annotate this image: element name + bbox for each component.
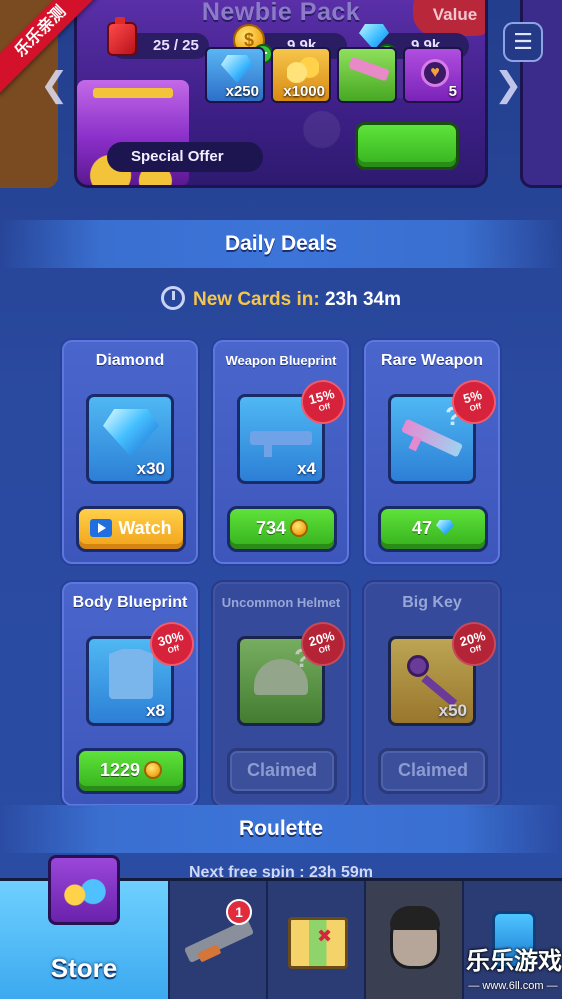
buy-coins-button[interactable]: 734 [227, 506, 337, 552]
gem-icon [221, 55, 253, 83]
claimed-button[interactable]: Claimed [378, 748, 488, 794]
deal-card-uncommon-helmet[interactable]: Uncommon Helmet ? 20% Off Claimed [211, 580, 351, 808]
coin-icon [144, 761, 163, 779]
reward-coins: x1000 [271, 47, 331, 103]
new-cards-timer: New Cards in: 23h 34m [0, 286, 562, 314]
stopwatch-icon [160, 286, 185, 310]
vest-blueprint-icon [109, 649, 153, 699]
nav-tab-weapons[interactable]: 1 [168, 881, 266, 999]
card-title: Uncommon Helmet [221, 595, 341, 610]
price-label: 734 [255, 518, 287, 538]
card-title: Big Key [402, 594, 462, 611]
value-badge: Value [413, 0, 485, 36]
card-title: Weapon Blueprint [225, 353, 337, 368]
item-qty: x4 [297, 459, 316, 478]
nav-tab-label: Store [50, 953, 118, 983]
rifle-icon [183, 918, 255, 964]
button-label: Watch [118, 518, 172, 538]
store-chest-icon [48, 855, 120, 925]
video-play-icon [90, 519, 113, 537]
map-icon [288, 917, 348, 969]
gem-icon [436, 520, 455, 535]
gun-blueprint-icon [348, 56, 390, 82]
newbie-pack-banner: Newbie Pack Value 25 / 25 9,9k $ + 9,9k … [74, 0, 488, 188]
daily-deals-header: Daily Deals [0, 220, 562, 268]
roulette-header: Roulette [0, 805, 562, 853]
card-title: Rare Weapon [381, 352, 483, 369]
card-title: Body Blueprint [72, 594, 188, 611]
item-qty: x8 [146, 701, 165, 720]
buy-pack-button[interactable] [355, 122, 459, 170]
nav-tab-map[interactable] [266, 881, 364, 999]
reward-heart-token: ♥ 5 [403, 47, 463, 103]
buy-coins-button[interactable]: 1229 [76, 748, 186, 794]
rifle-blueprint-icon [250, 431, 312, 457]
item-qty: x50 [438, 701, 467, 720]
deal-card-weapon-blueprint[interactable]: Weapon Blueprint x4 15% Off 734 [211, 338, 351, 566]
buy-gems-button[interactable]: 47 [378, 506, 488, 552]
chevron-right-icon[interactable]: ❯ [494, 68, 523, 102]
reward-gun-blueprint [337, 47, 397, 103]
nav-tab-store[interactable]: Store [0, 855, 168, 999]
notification-badge: 1 [226, 899, 252, 925]
coin-icon [290, 519, 309, 537]
watermark-brand: 乐乐游戏 [466, 948, 562, 975]
diamond-icon [103, 409, 159, 457]
fuel-can-icon [107, 17, 137, 56]
deal-card-body-blueprint[interactable]: Body Blueprint x8 30% Off 1229 [60, 580, 200, 808]
price-label: 1229 [99, 760, 141, 780]
item-box: x30 [86, 394, 174, 484]
watch-ad-button[interactable]: Watch [76, 506, 186, 552]
reward-qty: x250 [225, 83, 259, 100]
heart-token-icon: ♥ [421, 59, 449, 87]
card-title: Diamond [95, 352, 165, 369]
price-label: 47 [411, 518, 433, 538]
timer-value: 23h 34m [324, 289, 402, 310]
hero-portrait-icon [390, 906, 440, 969]
reward-qty: x1000 [283, 83, 325, 100]
deal-card-big-key[interactable]: Big Key x50 20% Off Claimed [362, 580, 502, 808]
item-qty: x30 [136, 459, 165, 478]
special-offer-label: Special Offer [107, 142, 263, 172]
reward-gems: x250 [205, 47, 265, 103]
claimed-button[interactable]: Claimed [227, 748, 337, 794]
chevron-left-icon[interactable]: ❮ [40, 68, 69, 102]
coins-icon [287, 57, 319, 83]
menu-icon[interactable]: ☰ [503, 22, 543, 62]
reward-qty: 5 [448, 83, 457, 100]
timer-label: New Cards in: [192, 289, 320, 310]
nav-tab-hero[interactable] [364, 881, 462, 999]
deal-card-diamond[interactable]: Diamond x30 Watch [60, 338, 200, 566]
watermark-url: — www.6ll.com — [468, 980, 558, 992]
key-icon [407, 655, 429, 677]
deal-card-rare-weapon[interactable]: Rare Weapon ? 5% Off 47 [362, 338, 502, 566]
